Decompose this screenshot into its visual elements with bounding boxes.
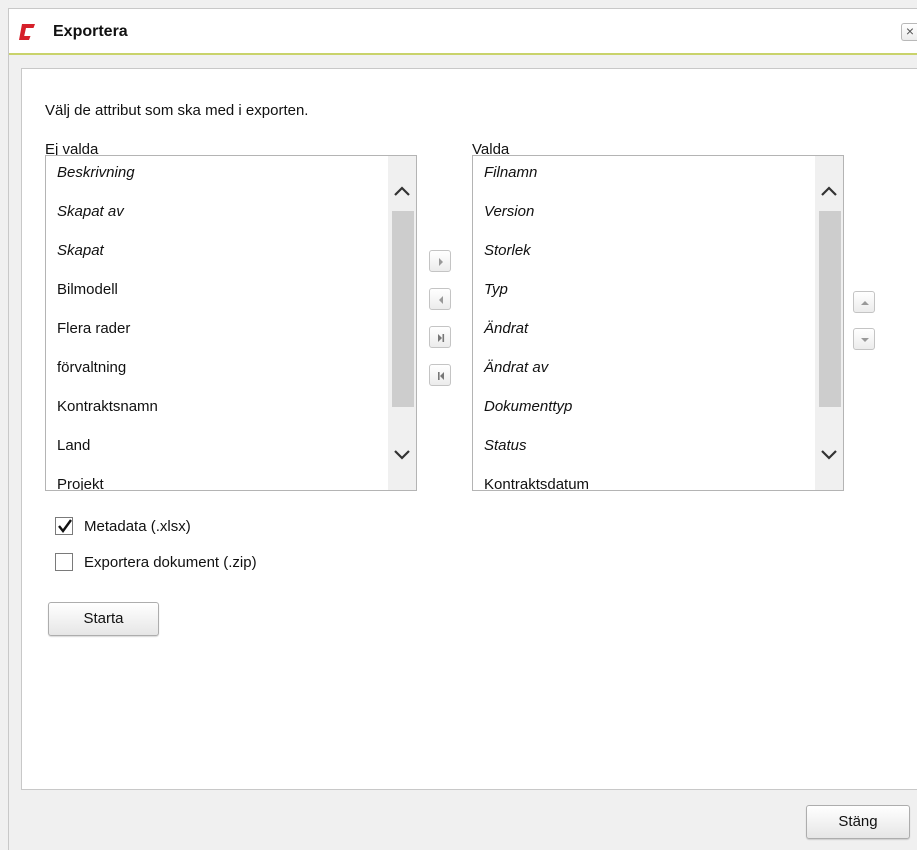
checkmark-icon [58,519,72,533]
dialog-titlebar: Exportera × [9,9,917,55]
move-all-right-icon [438,334,445,342]
list-item[interactable]: Dokumenttyp [473,390,815,429]
move-right-icon [439,258,443,266]
selected-attributes-list[interactable]: Filnamn Version Storlek Typ Ändrat Ändrat av D… [472,155,844,491]
list-item[interactable]: Skapat [46,234,388,273]
dialog-content: Välj de attribut som ska med i exporten.… [21,68,917,790]
list-item[interactable]: Filnamn [473,156,815,195]
dialog-title: Exportera [53,23,128,40]
list-item[interactable]: Flera rader [46,312,388,351]
move-left-icon [439,296,443,304]
export-dialog: Exportera × Välj de attribut som ska med… [8,8,917,850]
list-item[interactable]: Land [46,429,388,468]
close-button[interactable]: Stäng [806,805,910,839]
metadata-checkbox[interactable] [55,517,73,535]
list-item[interactable]: Status [473,429,815,468]
close-icon[interactable]: × [901,23,917,41]
list-item[interactable]: Typ [473,273,815,312]
move-all-left-icon [438,372,444,380]
move-down-button[interactable] [853,328,875,350]
app-logo-icon [18,23,36,41]
list-item[interactable]: Storlek [473,234,815,273]
scrollbar-thumb[interactable] [392,211,414,407]
documents-label: Exportera dokument (.zip) [84,554,257,571]
list-item[interactable]: Version [473,195,815,234]
selected-list-scrollbar[interactable] [815,156,843,490]
move-left-button[interactable] [429,288,451,310]
scrollbar-thumb[interactable] [819,211,841,407]
list-item[interactable]: Projekt [46,468,388,490]
scroll-down-icon[interactable] [392,448,412,462]
metadata-label: Metadata (.xlsx) [84,518,191,535]
list-item[interactable]: Ändrat av [473,351,815,390]
move-up-button[interactable] [853,291,875,313]
move-all-left-button[interactable] [429,364,451,386]
move-up-icon [861,301,869,305]
move-down-icon [861,338,869,342]
scroll-down-icon[interactable] [819,448,839,462]
list-item[interactable]: Beskrivning [46,156,388,195]
list-item[interactable]: förvaltning [46,351,388,390]
available-attributes-list[interactable]: Beskrivning Skapat av Skapat Bilmodell Flera… [45,155,417,491]
scroll-up-icon[interactable] [819,184,839,198]
list-item[interactable]: Bilmodell [46,273,388,312]
documents-checkbox[interactable] [55,553,73,571]
list-item[interactable]: Skapat av [46,195,388,234]
available-list-scrollbar[interactable] [388,156,416,490]
start-button[interactable]: Starta [48,602,159,636]
move-all-right-button[interactable] [429,326,451,348]
scroll-up-icon[interactable] [392,184,412,198]
instruction-text: Välj de attribut som ska med i exporten. [45,102,309,119]
list-item[interactable]: Kontraktsdatum [473,468,815,490]
move-right-button[interactable] [429,250,451,272]
list-item[interactable]: Ändrat [473,312,815,351]
list-item[interactable]: Kontraktsnamn [46,390,388,429]
